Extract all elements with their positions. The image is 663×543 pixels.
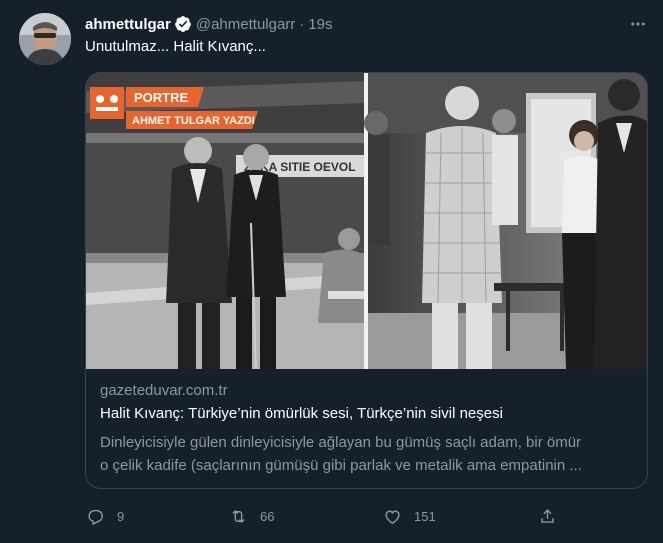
card-description-line2: o çelik kadife (saçlarının gümüşü gibi p… bbox=[100, 457, 582, 474]
avatar[interactable] bbox=[19, 13, 71, 65]
more-button[interactable] bbox=[626, 14, 650, 34]
card-description: Dinleyicisiyle gülen dinleyicisiyle ağla… bbox=[100, 431, 636, 477]
reply-button[interactable]: 9 bbox=[86, 502, 124, 530]
author-handle[interactable]: @ahmettulgarr bbox=[196, 16, 295, 33]
badge-label: PORTRE bbox=[134, 90, 189, 105]
tweet-header: ahmettulgar @ahmettulgarr · 19s bbox=[85, 14, 332, 34]
card-domain: gazeteduvar.com.tr bbox=[100, 382, 228, 399]
more-icon bbox=[631, 22, 645, 26]
card-title[interactable]: Halit Kıvanç: Türkiye’nin ömürlük sesi, … bbox=[100, 405, 503, 422]
share-icon bbox=[541, 508, 554, 523]
reply-count: 9 bbox=[117, 508, 125, 524]
retweet-icon bbox=[232, 509, 245, 523]
verified-badge-icon bbox=[174, 16, 191, 32]
retweet-count: 66 bbox=[260, 508, 275, 524]
like-icon bbox=[385, 510, 400, 524]
byline-text: AHMET TULGAR YAZDI bbox=[132, 115, 255, 127]
separator-dot: · bbox=[299, 15, 305, 33]
tweet[interactable]: ahmettulgar @ahmettulgarr · 19s Unutulma… bbox=[0, 0, 663, 543]
card-description-line1: Dinleyicisiyle gülen dinleyicisiyle ağla… bbox=[100, 434, 582, 451]
share-button[interactable] bbox=[538, 502, 557, 530]
reply-icon bbox=[88, 509, 103, 525]
action-bar: 9 66 151 bbox=[0, 502, 663, 530]
retweet-button[interactable]: 66 bbox=[229, 502, 274, 530]
like-button[interactable]: 151 bbox=[383, 502, 436, 530]
author-name[interactable]: ahmettulgar bbox=[85, 16, 171, 33]
like-count: 151 bbox=[414, 508, 436, 524]
tweet-time[interactable]: 19s bbox=[308, 16, 332, 33]
card-image[interactable]: ZAKA SITIE OEVOL PORTRE AHMET TULGAR YAZ… bbox=[86, 73, 647, 369]
tweet-text: Unutulmaz... Halit Kıvanç... bbox=[85, 38, 266, 55]
link-card[interactable]: ZAKA SITIE OEVOL PORTRE AHMET TULGAR YAZ… bbox=[85, 72, 648, 489]
